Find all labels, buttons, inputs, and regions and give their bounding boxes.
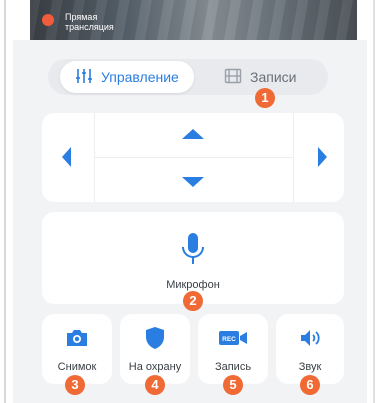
snapshot-button[interactable] — [42, 314, 112, 384]
film-icon — [224, 68, 242, 84]
record-button[interactable] — [198, 314, 268, 384]
tab-control-label: Управление — [101, 69, 179, 85]
callout-badge: 5 — [223, 375, 243, 395]
arrow-left-icon[interactable] — [61, 146, 73, 168]
phone-edge — [373, 0, 375, 403]
pad-divider — [293, 113, 294, 202]
arrow-right-icon[interactable] — [316, 146, 328, 168]
snapshot-label: Снимок — [57, 361, 97, 373]
camera-icon — [67, 330, 87, 346]
svg-text:REC: REC — [222, 336, 236, 343]
sliders-icon — [76, 69, 92, 83]
callout-badge: 2 — [183, 291, 203, 311]
microphone-label: Микрофон — [166, 279, 220, 291]
live-label: Прямая трансляция — [65, 12, 114, 32]
fullscreen-icon[interactable] — [356, 11, 372, 27]
microphone-icon — [182, 233, 204, 264]
arrow-down-icon[interactable] — [181, 176, 205, 188]
record-camera-icon: REC — [219, 331, 247, 345]
record-label: Запись — [214, 361, 252, 373]
callout-badge: 3 — [65, 375, 85, 395]
arm-label: На охрану — [128, 361, 182, 373]
sound-button[interactable] — [276, 314, 344, 384]
callout-badge: 1 — [255, 88, 275, 108]
live-indicator-icon — [42, 14, 54, 26]
callout-badge: 4 — [145, 375, 165, 395]
sound-label: Звук — [298, 361, 322, 373]
phone-edge — [4, 0, 6, 403]
speaker-icon — [301, 330, 320, 346]
shield-icon — [146, 327, 164, 349]
callout-badge: 6 — [300, 375, 320, 395]
arrow-up-icon[interactable] — [181, 128, 205, 140]
pad-divider — [95, 157, 293, 158]
tab-records-label: Записи — [250, 69, 297, 85]
